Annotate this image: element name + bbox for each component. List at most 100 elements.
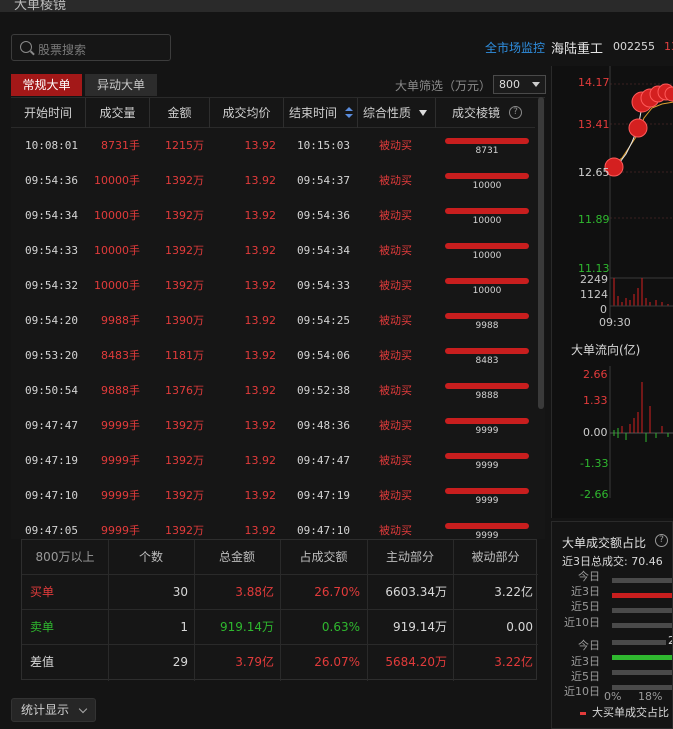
start-time: 09:47:47 [25,419,78,432]
col-volume[interactable]: 成交量 [85,98,149,128]
amount: 1392万 [165,489,204,502]
tab-regular-orders[interactable]: 常规大单 [11,74,82,96]
volume-tick: 0 [600,303,607,316]
legend-swatch [580,712,586,715]
volume: 9999手 [101,489,140,502]
table-row[interactable]: 09:54:20 9988手 1390万 13.92 09:54:25 被动买 9988 [11,303,535,338]
window-title: 大单棱镜 [14,0,67,12]
summary-total: 3.88亿 [235,585,274,599]
nature: 被动买 [379,419,412,432]
summary-row: 差值 29 3.79亿 26.07% 5684.20万 3.22亿 [22,645,538,680]
nature: 被动买 [379,524,412,537]
order-filter-value: 800 [499,78,520,91]
prism-value: 9988 [475,321,499,331]
end-time: 09:47:19 [297,489,350,502]
amount: 1392万 [165,454,204,467]
prism-bar [445,173,529,179]
end-time: 10:15:03 [297,139,350,152]
summary-total: 919.14万 [220,620,274,634]
summary-row: 卖单 1 919.14万 0.63% 919.14万 0.00 [22,610,538,645]
end-time: 09:48:36 [297,419,350,432]
col-amount[interactable]: 金额 [149,98,209,128]
table-row[interactable]: 10:08:01 8731手 1215万 13.92 10:15:03 被动买 8731 [11,128,535,163]
summary-count: 30 [172,585,188,599]
help-icon[interactable]: ? [509,106,522,119]
end-time: 09:47:47 [297,454,350,467]
ratio-panel: 大单成交额占比 ? 近3日总成交: 70.46 今日 近3日 近5日 近10日 … [551,521,673,729]
table-row[interactable]: 09:47:05 9999手 1392万 13.92 09:47:10 被动买 9999 [11,513,535,539]
intraday-chart-panel: 14.17 13.41 12.65 11.89 11.13 2249 1124 … [551,66,673,518]
start-time: 09:54:33 [25,244,78,257]
table-row[interactable]: 09:53:20 8483手 1181万 13.92 09:54:06 被动买 8483 [11,338,535,373]
table-row[interactable]: 09:54:33 10000手 1392万 13.92 09:54:34 被动买 10000 [11,233,535,268]
prism-bar [445,243,529,249]
amount: 1392万 [165,174,204,187]
avg-price: 13.92 [244,454,277,467]
stock-name: 海陆重工 [551,42,604,57]
chevron-down-icon [78,704,88,714]
price-tick: 13.41 [578,118,610,131]
start-time: 09:47:05 [25,524,78,537]
table-row[interactable]: 09:47:10 9999手 1392万 13.92 09:47:19 被动买 9999 [11,478,535,513]
volume: 9999手 [101,524,140,537]
summary-label: 卖单 [30,620,55,634]
summary-active: 5684.20万 [385,655,447,669]
ratio-bar [612,623,672,628]
big-order-table: 开始时间 成交量 金额 成交均价 结束时间 综合性质 成交棱镜 ? 10:08:… [11,97,545,539]
volume: 8731手 [101,139,140,152]
volume: 10000手 [94,174,140,187]
amount: 1392万 [165,419,204,432]
end-time: 09:54:36 [297,209,350,222]
avg-price: 13.92 [244,419,277,432]
avg-price: 13.92 [244,279,277,292]
stock-search-input[interactable]: 股票搜索 [11,34,171,61]
table-row[interactable]: 09:50:54 9888手 1376万 13.92 09:52:38 被动买 9888 [11,373,535,408]
stats-display-button[interactable]: 统计显示 [11,698,96,722]
filter-caret-icon[interactable] [419,110,427,116]
ratio-subtitle: 近3日总成交: 70.46 [562,555,663,568]
avg-price: 13.92 [244,384,277,397]
legend-buy: 大买单成交占比 [592,706,669,719]
amount: 1392万 [165,209,204,222]
volume: 10000手 [94,209,140,222]
avg-price: 13.92 [244,314,277,327]
summary-header: 主动部分 [385,550,434,564]
ratio-label: 近5日 [571,600,600,613]
table-scrollbar[interactable] [538,97,544,409]
col-avg-price[interactable]: 成交均价 [209,98,283,128]
help-icon[interactable]: ? [655,534,668,547]
table-row[interactable]: 09:47:47 9999手 1392万 13.92 09:48:36 被动买 9999 [11,408,535,443]
amount: 1392万 [165,244,204,257]
table-row[interactable]: 09:54:34 10000手 1392万 13.92 09:54:36 被动买 10000 [11,198,535,233]
start-time: 09:53:20 [25,349,78,362]
avg-price: 13.92 [244,349,277,362]
prism-bar [445,488,529,494]
ratio-bar [612,608,672,613]
market-monitor-link[interactable]: 全市场监控 [485,39,545,56]
end-time: 09:52:38 [297,384,350,397]
table-row[interactable]: 09:54:36 10000手 1392万 13.92 09:54:37 被动买 10000 [11,163,535,198]
ratio-bar [612,593,672,598]
summary-pct: 0.63% [321,620,360,634]
prism-bar [445,453,529,459]
sort-icon[interactable] [345,107,353,119]
prism-value: 8731 [475,146,499,156]
stock-code: 002255 [613,40,655,53]
summary-passive: 0.00 [506,620,533,634]
table-row[interactable]: 09:47:19 9999手 1392万 13.92 09:47:47 被动买 9999 [11,443,535,478]
big-order-dot [628,118,648,138]
summary-row: 买单 30 3.88亿 26.70% 6603.34万 3.22亿 [22,575,538,610]
start-time: 09:50:54 [25,384,78,397]
summary-label: 买单 [30,585,55,599]
table-row[interactable]: 09:54:32 10000手 1392万 13.92 09:54:33 被动买 10000 [11,268,535,303]
prism-value: 9999 [475,426,499,436]
col-start-time[interactable]: 开始时间 [11,98,85,128]
start-time: 09:54:20 [25,314,78,327]
tab-abnormal-orders[interactable]: 异动大单 [85,74,157,96]
avg-price: 13.92 [244,174,277,187]
prism-bar [445,208,529,214]
ratio-axis-tick: 18% [638,690,663,703]
flow-title: 大单流向(亿) [571,343,641,357]
order-filter-select[interactable]: 800 [493,75,546,94]
nature: 被动买 [379,454,412,467]
